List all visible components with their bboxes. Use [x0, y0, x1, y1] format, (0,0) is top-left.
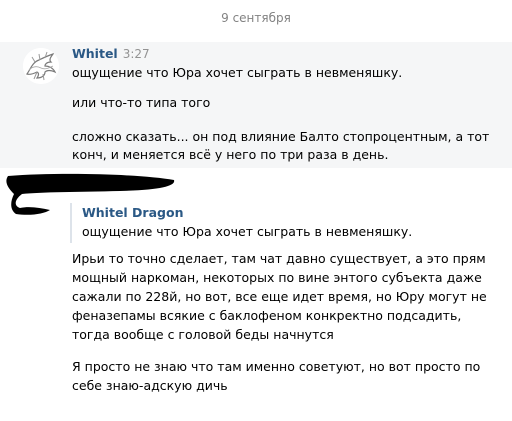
- author-line: Whitel 3:27: [72, 46, 150, 61]
- author-name-link[interactable]: Whitel: [72, 46, 118, 61]
- message-time[interactable]: 3:27: [123, 47, 150, 61]
- quote-author-link[interactable]: Whitel Dragon: [82, 205, 183, 220]
- message-text: сложно сказать... он под влияние Балто с…: [72, 129, 490, 144]
- message-group: Whitel 3:27 ощущение что Юра хочет сыграт…: [0, 42, 512, 168]
- reply-text: феназепамы всякие с баклофеном конкректн…: [72, 308, 462, 323]
- reply-text: тогда вообще с головой беды начнутся: [72, 327, 334, 342]
- dragon-avatar-icon: [23, 48, 59, 84]
- reply-text: Я просто не знаю что там именно советуют…: [72, 359, 481, 374]
- reply-text: Ирьи то точно сделает, там чат давно сущ…: [72, 251, 486, 266]
- reply-text: мощный наркоман, некоторых по вине энтог…: [72, 270, 482, 285]
- quote-text: ощущение что Юра хочет сыграть в невменя…: [82, 224, 413, 239]
- message-text: или что-то типа того: [72, 95, 211, 110]
- reply-text: себе знаю-адскую дичь: [72, 378, 228, 393]
- avatar[interactable]: [23, 48, 59, 84]
- forwarded-quote[interactable]: Whitel Dragon ощущение что Юра хочет сыг…: [70, 203, 452, 243]
- message-text: конч, и меняется всё у него по три раза …: [72, 147, 389, 162]
- reply-text: сажали по 228й, но вот, все еще идет вре…: [72, 289, 487, 304]
- date-separator: 9 сентября: [221, 11, 291, 25]
- message-text: ощущение что Юра хочет сыграть в невменя…: [72, 65, 403, 80]
